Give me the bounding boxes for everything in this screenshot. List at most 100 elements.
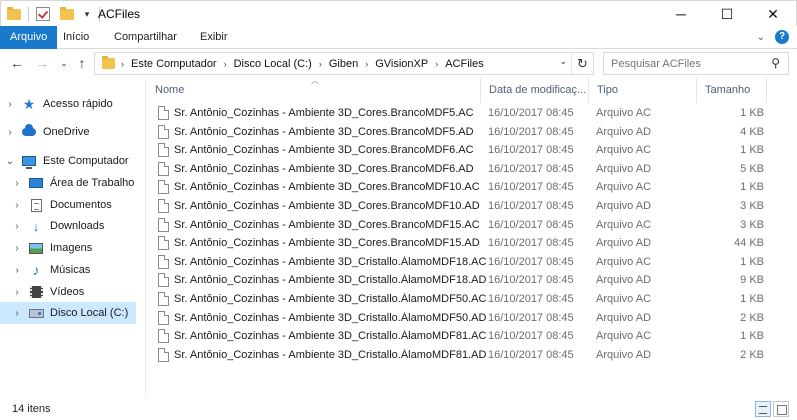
column-header-name[interactable]: Nome (147, 78, 481, 103)
table-row[interactable]: Sr. Antônio_Cozinhas - Ambiente 3D_Crist… (147, 271, 797, 290)
table-row[interactable]: Sr. Antônio_Cozinhas - Ambiente 3D_Crist… (147, 309, 797, 328)
sidebar-item-label: Documentos (50, 199, 112, 211)
expand-chevron-icon[interactable]: › (12, 243, 22, 254)
details-view-icon[interactable] (755, 401, 771, 417)
sidebar-item-area-de-trabalho[interactable]: › Área de Trabalho (0, 172, 146, 194)
sidebar-item-label: Acesso rápido (43, 98, 113, 110)
expand-chevron-icon[interactable]: › (12, 178, 22, 189)
breadcrumb-este-computador[interactable]: Este Computador (131, 58, 217, 70)
file-name[interactable]: Sr. Antônio_Cozinhas - Ambiente 3D_Cores… (174, 181, 480, 193)
address-history-dropdown-icon[interactable]: ⌄ (559, 56, 567, 67)
breadcrumb-giben[interactable]: Giben (329, 58, 358, 70)
tab-inicio[interactable]: Início (53, 26, 99, 49)
table-row[interactable]: Sr. Antônio_Cozinhas - Ambiente 3D_Crist… (147, 290, 797, 309)
large-icons-view-icon[interactable] (773, 401, 789, 417)
breadcrumb-separator-icon[interactable]: › (319, 59, 322, 69)
table-row[interactable]: Sr. Antônio_Cozinhas - Ambiente 3D_Cores… (147, 178, 797, 197)
table-row[interactable]: Sr. Antônio_Cozinhas - Ambiente 3D_Crist… (147, 327, 797, 346)
collapse-chevron-icon[interactable]: ⌄ (5, 156, 15, 167)
breadcrumb-gvisionxp[interactable]: GVisionXP (375, 58, 428, 70)
properties-icon[interactable] (36, 7, 50, 21)
file-date: 16/10/2017 08:45 (488, 125, 574, 138)
sidebar-item-disco-local[interactable]: › Disco Local (C:) (0, 302, 136, 324)
file-name[interactable]: Sr. Antônio_Cozinhas - Ambiente 3D_Crist… (174, 293, 486, 305)
table-row[interactable]: Sr. Antônio_Cozinhas - Ambiente 3D_Cores… (147, 160, 797, 179)
table-row[interactable]: Sr. Antônio_Cozinhas - Ambiente 3D_Cores… (147, 104, 797, 123)
breadcrumb-disco-local[interactable]: Disco Local (C:) (234, 58, 312, 70)
table-row[interactable]: Sr. Antônio_Cozinhas - Ambiente 3D_Crist… (147, 346, 797, 365)
file-name[interactable]: Sr. Antônio_Cozinhas - Ambiente 3D_Crist… (174, 330, 486, 342)
search-box[interactable]: ⚲ (603, 52, 789, 75)
ribbon-controls: ⌄ ? (757, 30, 789, 44)
file-name[interactable]: Sr. Antônio_Cozinhas - Ambiente 3D_Crist… (174, 312, 486, 324)
sidebar-item-documentos[interactable]: › Documentos (0, 194, 146, 216)
file-name[interactable]: Sr. Antônio_Cozinhas - Ambiente 3D_Crist… (174, 274, 486, 286)
breadcrumb-separator-icon[interactable]: › (224, 59, 227, 69)
file-name[interactable]: Sr. Antônio_Cozinhas - Ambiente 3D_Cores… (174, 237, 480, 249)
item-count: 14 itens (12, 403, 51, 415)
file-name[interactable]: Sr. Antônio_Cozinhas - Ambiente 3D_Cores… (174, 144, 474, 156)
recent-locations-dropdown-icon[interactable]: ⌄ (55, 54, 73, 72)
up-button[interactable]: ↑ (73, 54, 91, 72)
search-input[interactable] (611, 57, 761, 70)
customize-toolbar-dropdown-icon[interactable]: ▾ (82, 9, 92, 20)
column-header-size[interactable]: Tamanho (697, 78, 767, 103)
table-row[interactable]: Sr. Antônio_Cozinhas - Ambiente 3D_Cores… (147, 141, 797, 160)
search-icon[interactable]: ⚲ (771, 56, 780, 70)
file-type: Arquivo AC (596, 218, 652, 231)
expand-chevron-icon[interactable]: › (12, 265, 22, 276)
file-icon (158, 217, 169, 232)
column-header-date[interactable]: Data de modificaç... (481, 78, 589, 103)
expand-chevron-icon[interactable]: › (12, 308, 22, 319)
minimize-button[interactable]: ─ (658, 1, 704, 27)
sidebar-item-imagens[interactable]: › Imagens (0, 237, 146, 259)
table-row[interactable]: Sr. Antônio_Cozinhas - Ambiente 3D_Cores… (147, 216, 797, 235)
file-name[interactable]: Sr. Antônio_Cozinhas - Ambiente 3D_Cores… (174, 126, 474, 138)
table-row[interactable]: Sr. Antônio_Cozinhas - Ambiente 3D_Cores… (147, 234, 797, 253)
back-button[interactable]: ← (8, 54, 26, 72)
file-type: Arquivo AD (596, 274, 652, 287)
file-name[interactable]: Sr. Antônio_Cozinhas - Ambiente 3D_Crist… (174, 256, 486, 268)
table-row[interactable]: Sr. Antônio_Cozinhas - Ambiente 3D_Cores… (147, 123, 797, 142)
forward-button[interactable]: → (33, 54, 51, 72)
expand-ribbon-icon[interactable]: ⌄ (757, 32, 765, 43)
file-date: 16/10/2017 08:45 (488, 107, 574, 119)
desktop-icon (28, 176, 44, 190)
sidebar-item-label: OneDrive (43, 126, 90, 138)
expand-chevron-icon[interactable]: › (12, 200, 22, 211)
address-bar[interactable]: › Este Computador › Disco Local (C:) › G… (94, 52, 594, 75)
expand-chevron-icon[interactable]: › (12, 221, 22, 232)
tab-compartilhar[interactable]: Compartilhar (104, 26, 187, 49)
breadcrumb-separator-icon[interactable]: › (121, 59, 124, 69)
sidebar-item-musicas[interactable]: › ♪ Músicas (0, 259, 146, 281)
file-name[interactable]: Sr. Antônio_Cozinhas - Ambiente 3D_Crist… (174, 349, 486, 361)
documents-icon (28, 198, 44, 212)
file-name[interactable]: Sr. Antônio_Cozinhas - Ambiente 3D_Cores… (174, 163, 474, 175)
file-name[interactable]: Sr. Antônio_Cozinhas - Ambiente 3D_Cores… (174, 219, 480, 231)
file-name[interactable]: Sr. Antônio_Cozinhas - Ambiente 3D_Cores… (174, 200, 480, 212)
file-name[interactable]: Sr. Antônio_Cozinhas - Ambiente 3D_Cores… (174, 107, 474, 119)
new-folder-icon[interactable] (60, 6, 74, 20)
column-header-type[interactable]: Tipo (589, 78, 697, 103)
table-row[interactable]: Sr. Antônio_Cozinhas - Ambiente 3D_Cores… (147, 197, 797, 216)
file-icon (158, 199, 169, 213)
refresh-icon[interactable]: ↻ (571, 53, 593, 74)
sidebar-item-videos[interactable]: › Vídeos (0, 281, 146, 303)
close-button[interactable]: ✕ (750, 1, 796, 27)
sidebar-item-downloads[interactable]: › ↓ Downloads (0, 215, 146, 237)
tab-exibir[interactable]: Exibir (190, 26, 238, 49)
maximize-button[interactable]: ☐ (704, 1, 750, 27)
table-row[interactable]: Sr. Antônio_Cozinhas - Ambiente 3D_Crist… (147, 253, 797, 272)
help-icon[interactable]: ? (775, 30, 789, 44)
sidebar-item-acesso-rapido[interactable]: › ★ Acesso rápido (0, 93, 146, 115)
expand-chevron-icon[interactable]: › (5, 99, 15, 110)
expand-chevron-icon[interactable]: › (12, 287, 22, 298)
sidebar-item-este-computador[interactable]: ⌄ Este Computador (0, 150, 146, 172)
videos-icon (28, 285, 44, 299)
expand-chevron-icon[interactable]: › (5, 127, 15, 138)
breadcrumb-acfiles[interactable]: ACFiles (445, 58, 484, 70)
breadcrumb-separator-icon[interactable]: › (435, 59, 438, 69)
breadcrumb-separator-icon[interactable]: › (365, 59, 368, 69)
sidebar-item-onedrive[interactable]: › OneDrive (0, 121, 146, 143)
tab-arquivo[interactable]: Arquivo (0, 26, 58, 49)
